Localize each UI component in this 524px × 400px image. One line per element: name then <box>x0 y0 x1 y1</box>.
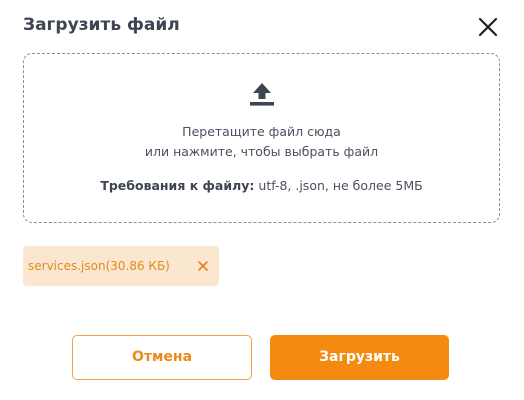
dropzone-instruction: Перетащите файл сюда <box>182 124 341 139</box>
dropzone-instruction-secondary: или нажмите, чтобы выбрать файл <box>144 144 379 159</box>
cancel-button[interactable]: Отмена <box>72 335 252 380</box>
upload-file-dialog: Загрузить файл Перетащите файл сюда или … <box>0 0 524 400</box>
file-name: services.json(30.86 КБ) <box>28 259 170 273</box>
remove-file-button[interactable] <box>197 260 209 272</box>
requirements-label: Требования к файлу: <box>100 178 255 193</box>
requirements-value: utf-8, .json, не более 5МБ <box>254 178 423 193</box>
close-button[interactable] <box>476 15 500 39</box>
dialog-title: Загрузить файл <box>23 15 180 35</box>
close-icon <box>478 17 498 37</box>
remove-file-icon <box>198 261 208 271</box>
upload-icon <box>249 82 275 108</box>
file-requirements: Требования к файлу: utf-8, .json, не бол… <box>23 177 500 195</box>
selected-file-chip: services.json(30.86 КБ) <box>23 246 219 286</box>
upload-button[interactable]: Загрузить <box>270 335 449 380</box>
